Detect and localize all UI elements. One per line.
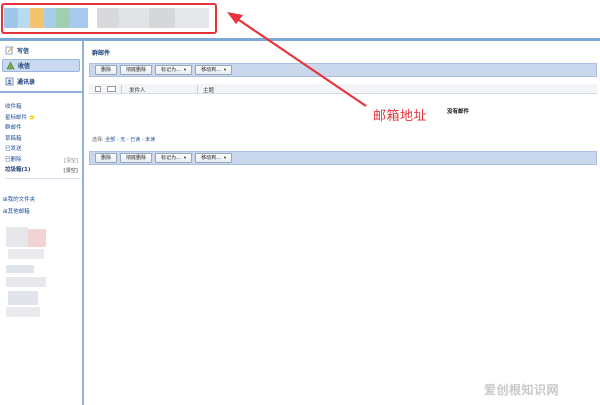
annotation-label: 邮箱地址 [373,109,428,124]
watermark: 爱创根知识网 [484,383,560,397]
annotation-arrow [227,12,367,107]
